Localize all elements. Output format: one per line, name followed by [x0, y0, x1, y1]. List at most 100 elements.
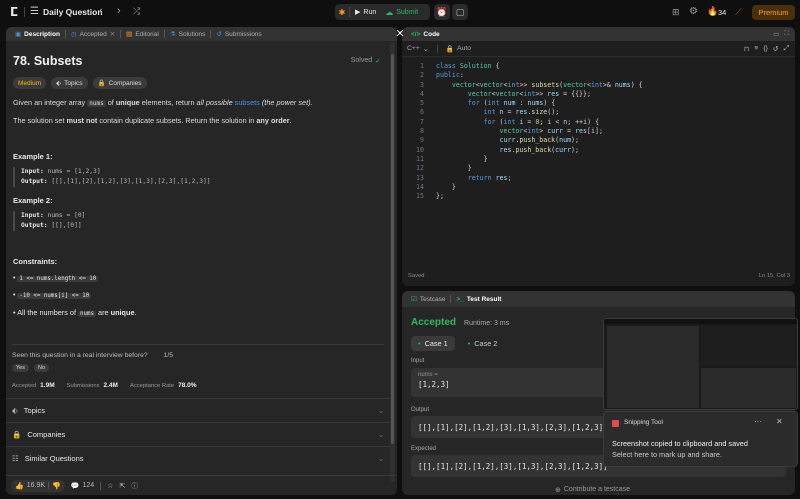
tab-submissions[interactable]: ↺ Submissions [211, 27, 266, 41]
shuffle-icon[interactable]: ⤮ [133, 6, 140, 17]
screenshot-thumbnail[interactable] [603, 318, 798, 410]
coin-icon[interactable]: ⟋ [735, 7, 741, 18]
divider [48, 482, 50, 489]
timer-icon[interactable]: ⏰ [434, 4, 450, 20]
accordion-similar-questions[interactable]: ☷ Similar Questions ⌄ [6, 446, 390, 469]
code-line[interactable]: 2 public: [402, 71, 792, 80]
close-tab-icon[interactable]: ✕ [110, 30, 115, 38]
code-line[interactable]: 11 } [402, 155, 792, 164]
daily-question-title[interactable]: Daily Question [43, 7, 103, 17]
minimize-icon[interactable]: ▭ [773, 30, 779, 38]
text: unique [115, 98, 140, 107]
code-line[interactable]: 5 for (int num : nums) { [402, 99, 792, 108]
line-number: 3 [420, 80, 424, 89]
description-tab-bar: ▣ Description ◷ Accepted ✕ ▤ Editorial ⚗… [6, 27, 397, 41]
line-number: 4 [420, 89, 424, 98]
maximize-icon[interactable]: ⛶ [784, 30, 789, 38]
text: unique [110, 308, 135, 317]
thumbs-down-icon[interactable]: 👎 [52, 482, 61, 490]
page-indicator: 1/5 [163, 352, 173, 359]
divider [12, 344, 384, 345]
close-icon[interactable]: ✕ [393, 27, 407, 41]
scrollbar-thumb[interactable] [391, 54, 394, 444]
tab-editorial[interactable]: ▤ Editorial [121, 27, 164, 41]
line-number: 9 [420, 136, 424, 145]
bookmark-icon[interactable]: ⊓ [744, 45, 749, 53]
label: Input: [21, 168, 44, 175]
leetcode-logo-icon[interactable]: ⵎ [10, 5, 22, 19]
comments-button[interactable]: 💬 124 [71, 482, 94, 490]
chevron-down-icon: ⌄ [377, 405, 384, 415]
yes-button[interactable]: Yes [12, 364, 29, 372]
layout-icon[interactable]: ⊞ [672, 7, 680, 18]
check-circle-icon: ✓ [375, 58, 381, 65]
language-select[interactable]: C++ ⌄ [407, 45, 429, 53]
code-line[interactable]: 8 vector<int> curr = res[i]; [402, 127, 792, 136]
code-line[interactable]: 12 } [402, 164, 792, 173]
verdict-row: Accepted Runtime: 3 ms [411, 317, 509, 328]
contribute-testcase-link[interactable]: ⊕ Contribute a testcase [555, 486, 630, 494]
code-line[interactable]: 6 int n = res.size(); [402, 108, 792, 117]
code-line[interactable]: 13 return res; [402, 174, 792, 183]
code-line[interactable]: 7 for (int i = 0; i < n; ++i) { [402, 118, 792, 127]
tab-solutions[interactable]: ⚗ Solutions [165, 27, 211, 41]
fullscreen-icon[interactable]: ⤢ [784, 45, 789, 53]
accordion-companies[interactable]: 🔒 Companies ⌄ [6, 422, 390, 445]
like-button[interactable]: 👍 16.9K 👎 [11, 479, 65, 492]
code-editor[interactable]: 1 class Solution {2 public: 3 vector<vector… [402, 62, 792, 201]
no-button[interactable]: No [33, 364, 50, 372]
tab-accepted[interactable]: ◷ Accepted ✕ [66, 27, 120, 41]
more-options-icon[interactable]: ··· [754, 417, 762, 426]
code-line[interactable]: 14 } [402, 183, 792, 192]
code-line[interactable]: 10 res.push_back(curr); [402, 146, 792, 155]
next-problem-icon[interactable]: › [117, 5, 121, 17]
companies-label: Companies [108, 79, 142, 87]
run-label: Run [363, 8, 377, 16]
subsets-link[interactable]: subsets [235, 98, 260, 107]
code-line[interactable]: 1 class Solution { [402, 62, 792, 71]
reset-icon[interactable]: ↺ [773, 45, 779, 53]
snipping-tool-icon [612, 420, 619, 427]
code-line[interactable]: 9 curr.push_back(num); [402, 136, 792, 145]
braces-icon[interactable]: {} [763, 45, 768, 53]
scrollbar[interactable] [390, 42, 395, 482]
line-number: 8 [420, 127, 424, 136]
code-line[interactable]: 4 vector<vector<int>> res = {{}}; [402, 90, 792, 99]
settings-gear-icon[interactable]: ⚙ [689, 6, 698, 17]
submit-button[interactable]: ☁ Submit [381, 8, 422, 17]
share-icon[interactable]: ⇱ [119, 482, 125, 490]
code-text: public: [436, 71, 464, 80]
text: elements, return [139, 98, 197, 107]
case-1-tab[interactable]: • Case 1 [411, 336, 455, 351]
bottom-action-bar: 👍 16.9K 👎 💬 124 ☆ ⇱ ⓘ [6, 475, 397, 495]
prev-problem-icon[interactable]: ‹ [99, 5, 103, 17]
help-icon[interactable]: ⓘ [131, 481, 138, 491]
topics-pill[interactable]: ⬖ Topics [51, 77, 88, 89]
case-2-tab[interactable]: • Case 2 [461, 336, 505, 351]
star-icon[interactable]: ☆ [107, 482, 113, 490]
output-value: [[],[1],[2],[1,2],[3],[1,3],[2,3],[1,2,3… [418, 422, 608, 432]
snipping-tool-toast[interactable]: Snipping Tool ··· ✕ Screenshot copied to… [603, 411, 798, 467]
close-icon[interactable]: ✕ [776, 417, 783, 426]
accordion-topics[interactable]: ⬖ Topics ⌄ [6, 398, 390, 421]
constraint-1: • 1 <= nums.length <= 10 [13, 275, 99, 282]
tab-test-result[interactable]: >_ Test Result [451, 292, 506, 306]
value: [[],[0]] [51, 222, 82, 229]
debug-icon[interactable]: ✱ [335, 8, 349, 17]
format-icon[interactable]: ≡ [754, 45, 758, 53]
run-button[interactable]: ▶ Run [350, 8, 381, 17]
list-icon[interactable]: ☰ [30, 6, 39, 17]
premium-button[interactable]: Premium [752, 5, 795, 20]
code-line[interactable]: 3 vector<vector<int>> subsets(vector<int… [402, 81, 792, 90]
text: contain duplicate subsets. Return the so… [97, 116, 257, 125]
tab-description[interactable]: ▣ Description [10, 27, 65, 41]
notes-icon[interactable]: ▢ [452, 4, 468, 20]
code-line[interactable]: 15}; [402, 192, 792, 201]
tab-code[interactable]: </> Code [406, 27, 445, 41]
auto-mode[interactable]: 🔒 Auto [446, 45, 471, 53]
companies-pill[interactable]: 🔒 Companies [92, 77, 147, 89]
streak-fire-icon[interactable]: 🔥 [707, 6, 718, 17]
tab-testcase[interactable]: ☑ Testcase [406, 292, 450, 306]
stat-value: 1.9M [40, 382, 55, 389]
list-icon: ☷ [12, 453, 19, 463]
